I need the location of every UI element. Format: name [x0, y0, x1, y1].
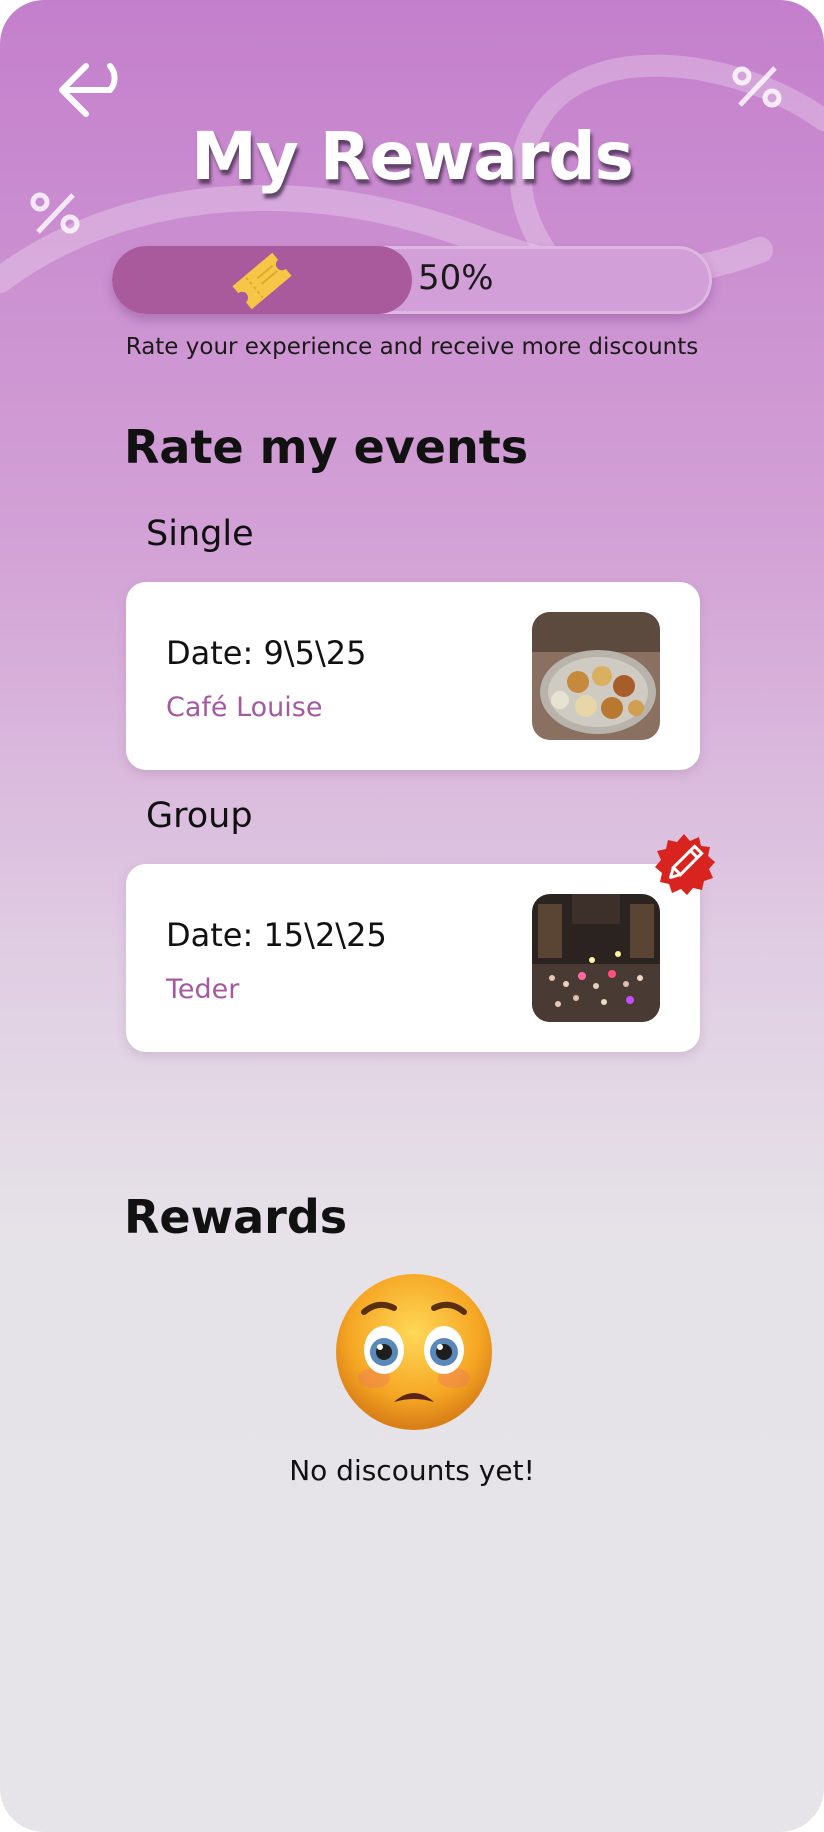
- rate-events-title: Rate my events: [124, 420, 529, 474]
- edit-pencil-icon[interactable]: [652, 832, 716, 896]
- event-date: Date: 9\5\25: [166, 634, 367, 672]
- event-date: Date: 15\2\25: [166, 916, 387, 954]
- no-discounts-text: No discounts yet!: [289, 1454, 535, 1487]
- event-thumbnail-food: [532, 612, 660, 740]
- event-venue: Café Louise: [166, 692, 323, 723]
- rewards-title: Rewards: [124, 1190, 348, 1244]
- progress-caption: Rate your experience and receive more di…: [125, 334, 699, 360]
- event-card-single[interactable]: Date: 9\5\25 Café Louise: [126, 582, 700, 770]
- group-label: Group: [146, 796, 253, 836]
- progress-percent: 50%: [418, 258, 494, 298]
- page-title: My Rewards: [191, 118, 634, 195]
- ticket-icon: [232, 252, 292, 310]
- single-label: Single: [146, 514, 254, 554]
- rewards-progress-bar: [112, 246, 712, 314]
- event-card-group[interactable]: Date: 15\2\25 Teder: [126, 864, 700, 1052]
- worried-face-icon: [336, 1274, 492, 1430]
- event-venue: Teder: [166, 974, 240, 1005]
- rewards-screen: My Rewards 50% Rate your experience and …: [0, 0, 824, 1832]
- event-thumbnail-crowd: [532, 894, 660, 1022]
